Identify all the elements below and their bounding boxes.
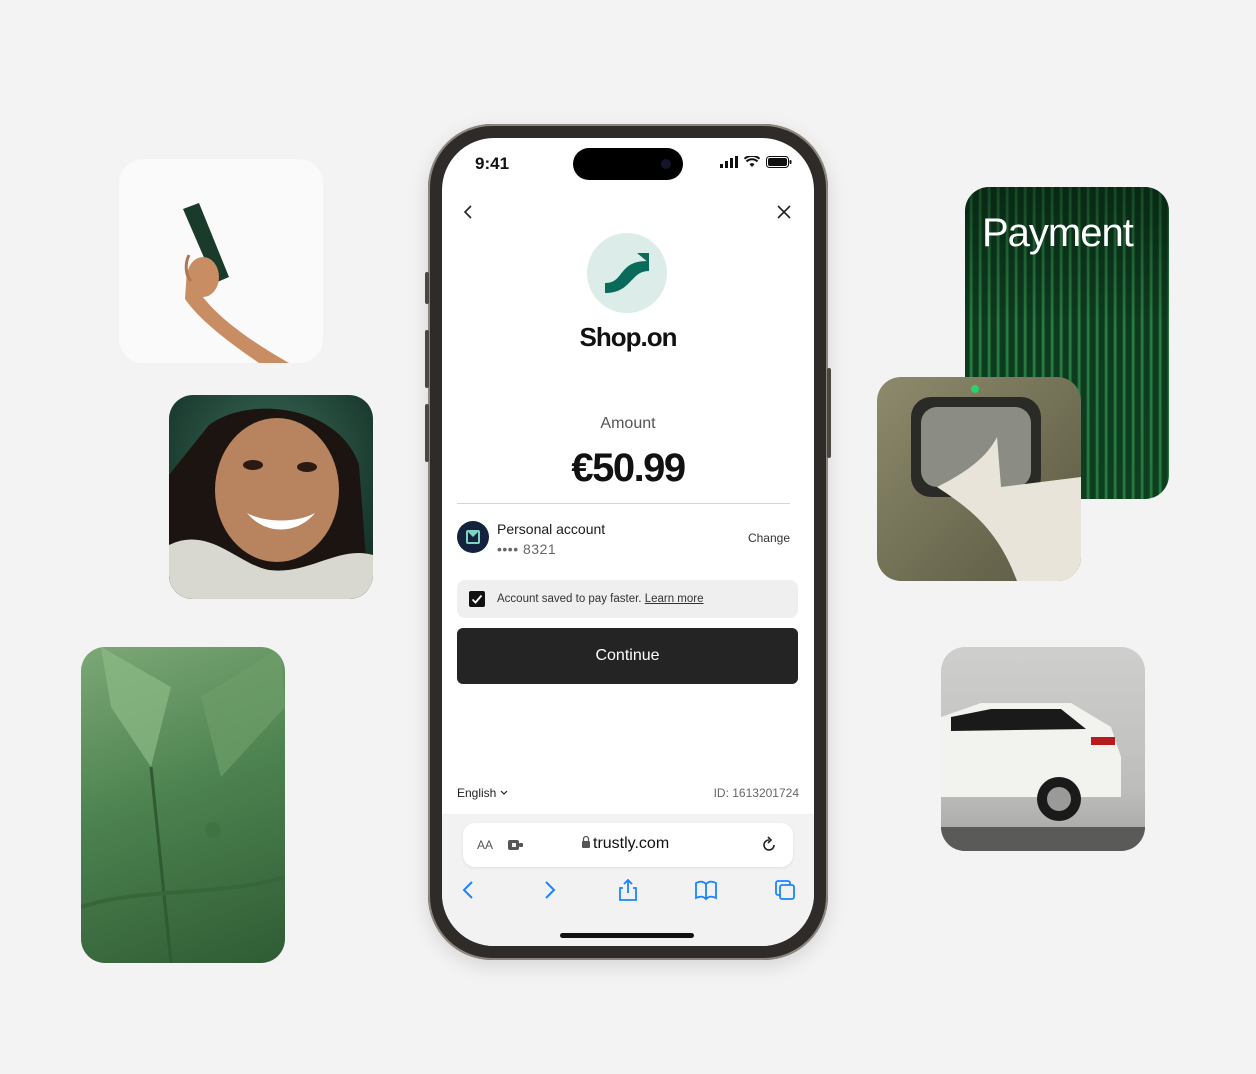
session-id: ID: 1613201724 [713,786,799,800]
reload-icon[interactable] [759,835,779,855]
account-name: Personal account [497,521,606,537]
back-chevron-icon[interactable] [458,202,478,222]
language-label: English [457,786,497,800]
action-button [425,272,429,304]
browser-forward-icon[interactable] [536,877,562,903]
url-label: trustly.com [593,835,670,852]
checkmark-icon [471,594,483,604]
continue-button[interactable]: Continue [457,628,798,684]
account-number: •••• 8321 [497,541,557,557]
saved-message: Account saved to pay faster. [497,593,642,605]
smiling-woman-portrait-image [169,395,373,599]
hand-holding-phone-image [119,159,323,363]
browser-back-icon[interactable] [456,877,482,903]
status-time: 9:41 [475,154,510,173]
amount-value: €50.99 [571,446,686,490]
learn-more-link[interactable]: Learn more [645,593,704,605]
text-size-button[interactable]: AA [477,838,493,852]
wifi-icon [744,156,760,167]
saved-text: Account saved to pay faster. Learn more [497,593,704,605]
bookmarks-icon[interactable] [693,877,719,903]
bank-logo-icon [457,521,489,553]
car-mirror-hand-image [877,377,1081,581]
dynamic-island [573,148,683,180]
browser-toolbar: AA trustly.com [442,814,814,946]
language-select[interactable]: English [457,786,508,800]
white-suv-image [941,647,1145,851]
phone-screen: 9:41 Shop.on Amount €50.99 Personal acco… [442,138,814,946]
volume-down-button [425,404,429,462]
browser-nav-row [442,877,814,907]
close-icon[interactable] [774,202,794,222]
green-leather-jacket-image [81,647,285,963]
url-text: trustly.com [581,835,669,853]
battery-icon [766,156,792,168]
amount-label: Amount [600,415,656,432]
account-saved-notice: Account saved to pay faster. Learn more [457,580,798,618]
chevron-down-icon [500,790,508,795]
lock-icon [582,835,590,848]
tabs-icon[interactable] [772,877,798,903]
status-icons [720,156,792,168]
merchant-name: Shop.on [579,322,678,352]
merchant-logo [587,233,667,313]
volume-up-button [425,330,429,388]
signal-icon [720,156,738,168]
save-account-checkbox[interactable] [469,591,485,607]
phone-mockup: 9:41 Shop.on Amount €50.99 Personal acco… [425,124,831,960]
change-account-link[interactable]: Change [748,531,790,545]
address-bar[interactable]: AA trustly.com [463,823,793,867]
account-row: Personal account •••• 8321 Change [457,519,790,559]
divider [457,503,790,504]
power-button [827,368,831,458]
payment-heading: Payment [982,211,1134,255]
extension-icon[interactable] [506,836,524,854]
share-icon[interactable] [615,877,641,903]
home-indicator [560,933,694,938]
